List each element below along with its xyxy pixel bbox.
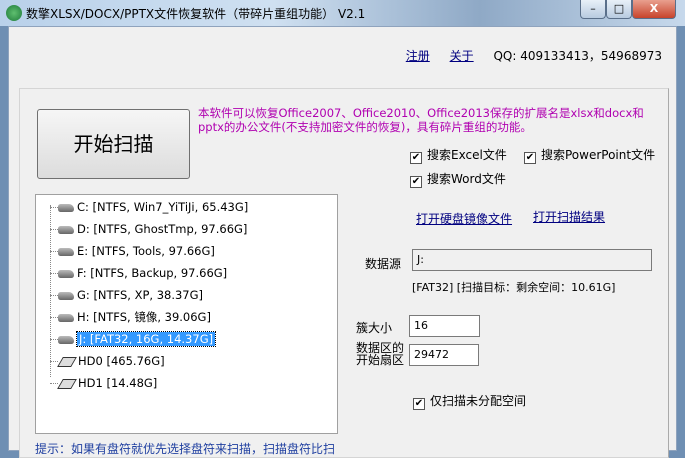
cluster-size-input[interactable]: 16 bbox=[409, 315, 480, 337]
tip-text: 提示：如果有盘符就优先选择盘符来扫描，扫描盘符比扫 bbox=[35, 442, 336, 456]
drive-icon bbox=[58, 291, 74, 300]
drive-icon bbox=[58, 203, 74, 212]
drive-icon bbox=[58, 269, 74, 278]
drive-label: D: [NTFS, GhostTmp, 97.66G] bbox=[77, 222, 248, 236]
word-label: 搜索Word文件 bbox=[427, 172, 506, 186]
drive-node[interactable]: HD1 [14.48G] bbox=[57, 373, 158, 393]
drive-label: G: [NTFS, XP, 38.37G] bbox=[77, 288, 204, 302]
open-disk-image-link[interactable]: 打开硬盘镜像文件 bbox=[416, 210, 512, 227]
drive-label: HD1 [14.48G] bbox=[78, 376, 158, 390]
drive-label: C: [NTFS, Win7_YiTiJi, 65.43G] bbox=[77, 200, 249, 214]
close-button[interactable]: X bbox=[632, 0, 676, 19]
tree-line bbox=[50, 251, 58, 252]
tree-line bbox=[50, 383, 58, 384]
window-title: 数擎XLSX/DOCX/PPTX文件恢复软件（带碎片重组功能） V2.1 bbox=[26, 7, 366, 21]
drive-icon bbox=[58, 313, 74, 322]
tree-line bbox=[50, 229, 58, 230]
drive-node[interactable]: E: [NTFS, Tools, 97.66G] bbox=[58, 241, 215, 261]
powerpoint-label: 搜索PowerPoint文件 bbox=[541, 148, 656, 162]
checkbox-word[interactable]: ✔ bbox=[410, 176, 422, 188]
drive-node[interactable]: G: [NTFS, XP, 38.37G] bbox=[58, 285, 203, 305]
start-scan-button[interactable]: 开始扫描 bbox=[37, 109, 190, 179]
tree-line bbox=[50, 207, 58, 208]
drive-tree[interactable]: C: [NTFS, Win7_YiTiJi, 65.43G] D: [NTFS, … bbox=[35, 194, 338, 434]
search-word-checkbox[interactable]: ✔ 搜索Word文件 bbox=[410, 170, 506, 188]
header-links: 注册 关于 QQ: 409133413，54968973 bbox=[406, 47, 662, 64]
start-sector-input[interactable]: 29472 bbox=[409, 344, 479, 366]
drive-icon bbox=[58, 335, 74, 344]
start-sector-label: 数据区的 开始扇区 bbox=[356, 342, 404, 366]
maximize-button[interactable]: □ bbox=[606, 0, 632, 19]
drive-label: H: [NTFS, 镜像, 39.06G] bbox=[77, 310, 211, 324]
about-link[interactable]: 关于 bbox=[450, 49, 474, 63]
drive-icon bbox=[58, 225, 74, 234]
search-excel-checkbox[interactable]: ✔ 搜索Excel文件 bbox=[410, 146, 507, 164]
tree-line bbox=[50, 205, 51, 377]
tree-line bbox=[50, 295, 58, 296]
drive-icon bbox=[58, 247, 74, 256]
source-label: 数据源 bbox=[365, 257, 402, 271]
open-scan-result-link[interactable]: 打开扫描结果 bbox=[533, 208, 605, 225]
drive-node[interactable]: HD0 [465.76G] bbox=[57, 351, 165, 371]
tree-line bbox=[50, 317, 58, 318]
source-field[interactable]: J: bbox=[412, 249, 652, 271]
unallocated-label: 仅扫描未分配空间 bbox=[430, 394, 527, 408]
register-link[interactable]: 注册 bbox=[406, 49, 430, 63]
unallocated-only-checkbox[interactable]: ✔ 仅扫描未分配空间 bbox=[413, 392, 526, 410]
checkbox-unallocated[interactable]: ✔ bbox=[413, 398, 425, 410]
tree-line bbox=[50, 339, 58, 340]
checkbox-excel[interactable]: ✔ bbox=[410, 152, 422, 164]
tree-line bbox=[50, 273, 58, 274]
cluster-size-label: 簇大小 bbox=[356, 321, 393, 335]
description-text: 本软件可以恢复Office2007、Office2010、Office2013保… bbox=[198, 106, 644, 134]
qq-info: QQ: 409133413，54968973 bbox=[493, 49, 662, 63]
hard-disk-icon bbox=[57, 378, 77, 389]
drive-node[interactable]: F: [NTFS, Backup, 97.66G] bbox=[58, 263, 227, 283]
search-powerpoint-checkbox[interactable]: ✔ 搜索PowerPoint文件 bbox=[524, 146, 655, 164]
start-sector-label-line2: 开始扇区 bbox=[356, 353, 405, 367]
main-window: 注册 关于 QQ: 409133413，54968973 开始扫描 本软件可以恢… bbox=[8, 26, 677, 458]
drive-node[interactable]: H: [NTFS, 镜像, 39.06G] bbox=[58, 307, 211, 327]
drive-label: J: [FAT32, 16G, 14.37G] bbox=[75, 331, 217, 347]
drive-node[interactable]: D: [NTFS, GhostTmp, 97.66G] bbox=[58, 219, 247, 239]
tree-line bbox=[50, 361, 58, 362]
drive-node[interactable]: J: [FAT32, 16G, 14.37G] bbox=[58, 329, 217, 349]
title-bar: 数擎XLSX/DOCX/PPTX文件恢复软件（带碎片重组功能） V2.1 – □… bbox=[0, 0, 685, 26]
hard-disk-icon bbox=[57, 356, 77, 367]
main-panel: 开始扫描 本软件可以恢复Office2007、Office2010、Office… bbox=[19, 88, 669, 458]
drive-label: HD0 [465.76G] bbox=[78, 354, 165, 368]
minimize-button[interactable]: – bbox=[580, 0, 606, 19]
drive-node[interactable]: C: [NTFS, Win7_YiTiJi, 65.43G] bbox=[58, 197, 248, 217]
checkbox-powerpoint[interactable]: ✔ bbox=[524, 152, 536, 164]
app-icon bbox=[6, 5, 22, 21]
source-info: [FAT32] [扫描目标：剩余空间：10.61G] bbox=[412, 281, 616, 294]
excel-label: 搜索Excel文件 bbox=[427, 148, 507, 162]
drive-label: E: [NTFS, Tools, 97.66G] bbox=[77, 244, 215, 258]
drive-label: F: [NTFS, Backup, 97.66G] bbox=[77, 266, 228, 280]
